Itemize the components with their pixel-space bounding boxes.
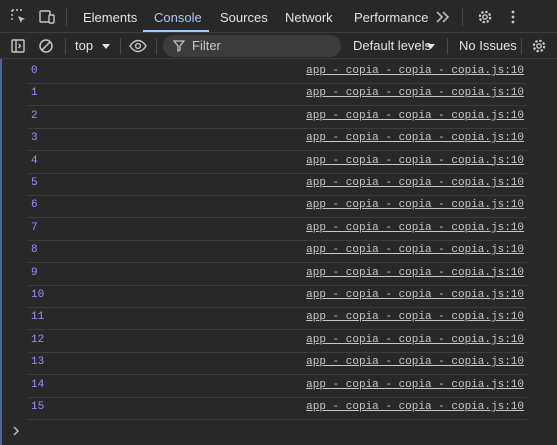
- console-message-value: 1: [31, 87, 38, 100]
- console-message-value: 5: [31, 177, 38, 189]
- console-message-row: 1 app - copia - copia - copia.js:10: [28, 84, 527, 107]
- prompt-chevron-icon[interactable]: [12, 424, 22, 442]
- devtools-tab-bar: Elements Console Sources Network Perform…: [0, 0, 557, 33]
- console-message-value: 15: [31, 401, 45, 413]
- console-message-row: 11 app - copia - copia - copia.js:10: [28, 308, 527, 331]
- console-message-value: 11: [31, 311, 45, 324]
- live-expression-icon[interactable]: [128, 36, 148, 56]
- sidebar-toggle-icon[interactable]: [8, 36, 28, 56]
- more-tabs-icon[interactable]: [433, 7, 453, 27]
- toolbar-divider: [521, 38, 522, 54]
- log-levels-dropdown[interactable]: Default levels: [353, 33, 431, 59]
- source-link[interactable]: app - copia - copia - copia.js:10: [306, 401, 524, 413]
- dropdown-arrow-icon[interactable]: [96, 36, 116, 56]
- more-options-icon[interactable]: [503, 7, 523, 27]
- console-message-row: 9 app - copia - copia - copia.js:10: [28, 264, 527, 286]
- console-output: 0 app - copia - copia - copia.js:10 1 app -…: [0, 59, 557, 445]
- toolbar-divider: [156, 38, 157, 54]
- source-link[interactable]: app - copia - copia - copia.js:10: [306, 289, 524, 301]
- clear-console-icon[interactable]: [36, 36, 56, 56]
- tab-bar-divider: [66, 8, 67, 26]
- toolbar-divider: [447, 38, 448, 54]
- console-message-value: 7: [31, 221, 38, 234]
- console-message-value: 9: [31, 266, 38, 279]
- filter-placeholder: Filter: [192, 38, 221, 53]
- console-message-value: 8: [31, 244, 38, 257]
- inspect-element-icon[interactable]: [9, 7, 29, 27]
- console-message-row: 0 app - copia - copia - copia.js:10: [28, 62, 527, 84]
- source-link[interactable]: app - copia - copia - copia.js:10: [306, 334, 524, 346]
- console-message-row: 3 app - copia - copia - copia.js:10: [28, 129, 527, 152]
- tab-sources[interactable]: Sources: [220, 0, 268, 33]
- source-link[interactable]: app - copia - copia - copia.js:10: [306, 110, 524, 122]
- console-message-row: 15 app - copia - copia - copia.js:10: [28, 398, 527, 420]
- console-message-row: 10 app - copia - copia - copia.js:10: [28, 286, 527, 308]
- source-link[interactable]: app - copia - copia - copia.js:10: [306, 199, 524, 211]
- console-message-row: 14 app - copia - copia - copia.js:10: [28, 376, 527, 398]
- toolbar-divider: [65, 38, 66, 54]
- console-message-value: 0: [31, 65, 38, 77]
- source-link[interactable]: app - copia - copia - copia.js:10: [306, 267, 524, 279]
- console-message-value: 6: [31, 199, 38, 212]
- console-message-value: 12: [31, 333, 45, 346]
- source-link[interactable]: app - copia - copia - copia.js:10: [306, 132, 524, 144]
- console-settings-icon[interactable]: [529, 36, 549, 56]
- source-link[interactable]: app - copia - copia - copia.js:10: [306, 311, 524, 323]
- context-selector[interactable]: top: [75, 33, 93, 59]
- source-link[interactable]: app - copia - copia - copia.js:10: [306, 222, 524, 234]
- console-message-row: 2 app - copia - copia - copia.js:10: [28, 107, 527, 129]
- console-message-value: 3: [31, 132, 38, 145]
- console-message-row: 8 app - copia - copia - copia.js:10: [28, 241, 527, 264]
- tab-bar-divider-right: [462, 8, 463, 26]
- tab-elements[interactable]: Elements: [83, 0, 137, 33]
- source-link[interactable]: app - copia - copia - copia.js:10: [306, 379, 524, 391]
- issues-button[interactable]: No Issues: [459, 33, 517, 59]
- console-message-value: 10: [31, 289, 45, 301]
- console-message-value: 13: [31, 356, 45, 369]
- tab-performance[interactable]: Performance: [354, 0, 428, 33]
- active-tab-indicator: [143, 30, 209, 32]
- source-link[interactable]: app - copia - copia - copia.js:10: [306, 177, 524, 189]
- console-message-value: 2: [31, 109, 38, 122]
- source-link[interactable]: app - copia - copia - copia.js:10: [306, 65, 524, 77]
- console-toolbar: top Filter Default levels No Issues: [0, 33, 557, 59]
- console-message-row: 6 app - copia - copia - copia.js:10: [28, 196, 527, 219]
- filter-input[interactable]: Filter: [163, 35, 341, 57]
- settings-icon[interactable]: [475, 7, 495, 27]
- dropdown-arrow-icon[interactable]: [425, 36, 437, 56]
- console-message-row: 13 app - copia - copia - copia.js:10: [28, 353, 527, 376]
- toolbar-divider: [120, 38, 121, 54]
- console-message-row: 5 app - copia - copia - copia.js:10: [28, 174, 527, 196]
- device-toolbar-icon[interactable]: [37, 7, 57, 27]
- tab-network[interactable]: Network: [285, 0, 333, 33]
- console-message-row: 12 app - copia - copia - copia.js:10: [28, 331, 527, 353]
- tab-console[interactable]: Console: [154, 0, 202, 33]
- console-message-value: 4: [31, 154, 38, 167]
- source-link[interactable]: app - copia - copia - copia.js:10: [306, 356, 524, 368]
- console-message-row: 7 app - copia - copia - copia.js:10: [28, 219, 527, 241]
- source-link[interactable]: app - copia - copia - copia.js:10: [306, 155, 524, 167]
- console-message-row: 4 app - copia - copia - copia.js:10: [28, 152, 527, 174]
- source-link[interactable]: app - copia - copia - copia.js:10: [306, 87, 524, 99]
- console-message-value: 14: [31, 378, 45, 391]
- source-link[interactable]: app - copia - copia - copia.js:10: [306, 244, 524, 256]
- filter-icon: [171, 37, 187, 55]
